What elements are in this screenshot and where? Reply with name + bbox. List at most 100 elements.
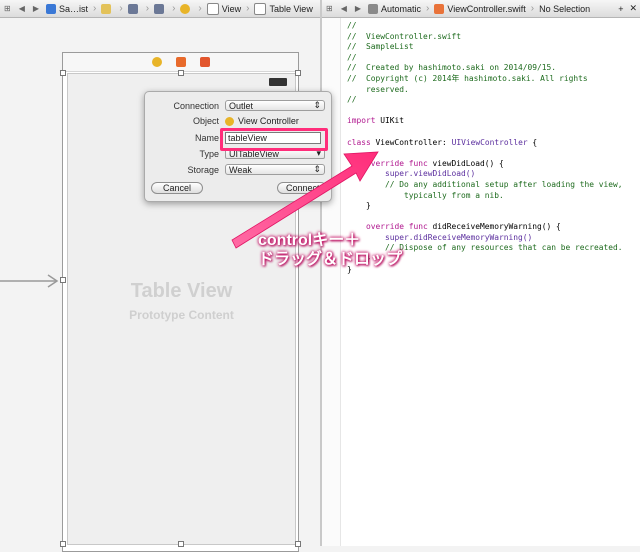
code-comment: // Dispose of any resources that can be …	[385, 243, 623, 253]
table-view-subtitle: Prototype Content	[129, 308, 234, 322]
connection-select[interactable]: Outlet ⇕	[225, 100, 325, 111]
jumpbar-tableview-label: Table View	[269, 3, 313, 14]
battery-icon	[269, 78, 287, 86]
resize-handle[interactable]	[178, 541, 184, 547]
header-comment: //	[347, 21, 357, 30]
nav-back-button[interactable]: ◀	[337, 4, 351, 13]
jumpbar-separator: ›	[198, 3, 202, 14]
view-controller-icon	[180, 3, 191, 14]
instruction-annotation: controlキー＋ ドラッグ＆ドロップ	[258, 231, 402, 269]
resize-handle[interactable]	[295, 70, 301, 76]
code-comment: // Do any additional setup after loading…	[385, 179, 623, 189]
jumpbar-file[interactable]: ViewController.swift	[431, 0, 528, 17]
jumpbar-selection-label: No Selection	[539, 3, 591, 14]
add-editor-button[interactable]: +	[615, 0, 626, 17]
cancel-button[interactable]: Cancel	[151, 182, 203, 194]
override-keyword: override func	[366, 158, 428, 168]
storage-value: Weak	[229, 164, 252, 175]
class-keyword: class	[347, 137, 371, 147]
resize-handle[interactable]	[60, 541, 66, 547]
nav-forward-button[interactable]: ▶	[351, 4, 365, 13]
brace: }	[366, 201, 371, 211]
jumpbar-project-label: Sa…ist	[59, 3, 89, 14]
header-comment: reserved.	[347, 84, 409, 94]
nav-back-button[interactable]: ◀	[15, 4, 29, 13]
jumpbar-separator: ›	[93, 3, 97, 14]
header-comment: // Created by hashimoto.saki on 2014/09/…	[347, 63, 557, 73]
instruction-line-2: ドラッグ＆ドロップ	[258, 251, 403, 268]
resize-handle[interactable]	[60, 70, 66, 76]
plus-icon: +	[618, 3, 624, 14]
storage-label: Storage	[187, 164, 219, 175]
import-keyword: import	[347, 116, 376, 126]
updown-arrows-icon: ⇕	[313, 164, 321, 174]
resize-handle[interactable]	[295, 541, 301, 547]
name-field-highlight	[220, 128, 328, 151]
instruction-line-1: controlキー＋	[258, 232, 361, 249]
object-value: View Controller	[238, 116, 299, 126]
initial-scene-arrow	[0, 274, 59, 288]
table-view-icon	[254, 2, 267, 15]
header-comment: // SampleList	[347, 42, 414, 52]
view-icon	[206, 2, 219, 15]
header-comment: // ViewController.swift	[347, 31, 462, 41]
jumpbar-grid-icon[interactable]: ⊞	[322, 4, 337, 13]
override-keyword: override func	[366, 222, 428, 232]
super-call: super.didReceiveMemoryWarning()	[385, 232, 533, 242]
storage-row: Storage Weak ⇕	[145, 164, 325, 175]
jumpbar-selection[interactable]: No Selection	[536, 0, 593, 17]
storyboard-icon	[127, 3, 138, 14]
connect-button[interactable]: Connect	[277, 182, 327, 194]
jumpbar-separator: ›	[172, 3, 176, 14]
jumpbar-separator: ›	[119, 3, 123, 14]
name-label: Name	[194, 133, 219, 143]
jumpbar-separator: ›	[145, 3, 150, 14]
jumpbar-automatic-label: Automatic	[381, 3, 422, 14]
resize-handle[interactable]	[178, 70, 184, 76]
header-comment: //	[347, 95, 357, 105]
super-call: super.viewDidLoad()	[385, 169, 476, 179]
nav-forward-button[interactable]: ▶	[29, 4, 43, 13]
jumpbar-separator: ›	[530, 3, 535, 14]
close-editor-button[interactable]: ✕	[626, 0, 640, 17]
superclass-name: UIViewController	[451, 137, 528, 147]
brace: {	[532, 137, 538, 147]
import-module: UIKit	[380, 116, 405, 126]
scene-icon	[154, 3, 165, 14]
type-label: Type	[199, 148, 219, 159]
jumpbar-tableview[interactable]: Table View	[251, 0, 315, 17]
view-controller-icon[interactable]	[151, 57, 162, 67]
jumpbar-grid-icon[interactable]: ⊞	[0, 4, 15, 13]
table-view-title: Table View	[130, 280, 233, 302]
jumpbar-file-label: ViewController.swift	[447, 3, 526, 14]
jumpbar-scene[interactable]	[151, 0, 170, 17]
class-name: ViewController:	[375, 137, 447, 147]
jumpbar-separator: ›	[246, 3, 250, 14]
view-controller-icon	[225, 116, 234, 126]
code-comment: typically from a nib.	[385, 190, 504, 200]
header-comment: //	[347, 52, 357, 62]
code-editor[interactable]: // // ViewController.swift // SampleList…	[322, 18, 640, 546]
jumpbar-controller[interactable]	[177, 0, 196, 17]
storage-select[interactable]: Weak ⇕	[225, 164, 325, 175]
exit-icon[interactable]	[199, 57, 210, 67]
jumpbar-project[interactable]: Sa…ist	[43, 0, 91, 17]
resize-handle[interactable]	[60, 277, 66, 283]
automatic-icon	[368, 3, 379, 14]
jumpbar-automatic[interactable]: Automatic	[365, 0, 424, 17]
jumpbar-view-label: View	[221, 3, 242, 14]
first-responder-icon[interactable]	[175, 57, 186, 67]
connection-value: Outlet	[229, 100, 254, 111]
close-icon: ✕	[629, 3, 637, 13]
object-row: Object View Controller	[145, 116, 299, 126]
object-label: Object	[192, 116, 219, 126]
jumpbar-storyboard[interactable]	[125, 0, 144, 17]
header-comment: // Copyright (c) 2014年 hashimoto.saki. A…	[347, 73, 588, 83]
jumpbar-separator: ›	[426, 3, 430, 14]
jumpbar-folder[interactable]	[98, 0, 117, 17]
swift-file-icon	[434, 3, 445, 14]
method-signature: viewDidLoad() {	[432, 158, 504, 168]
connection-row: Connection Outlet ⇕	[145, 100, 325, 111]
jumpbar-view[interactable]: View	[204, 0, 244, 17]
method-signature: didReceiveMemoryWarning() {	[432, 222, 561, 232]
